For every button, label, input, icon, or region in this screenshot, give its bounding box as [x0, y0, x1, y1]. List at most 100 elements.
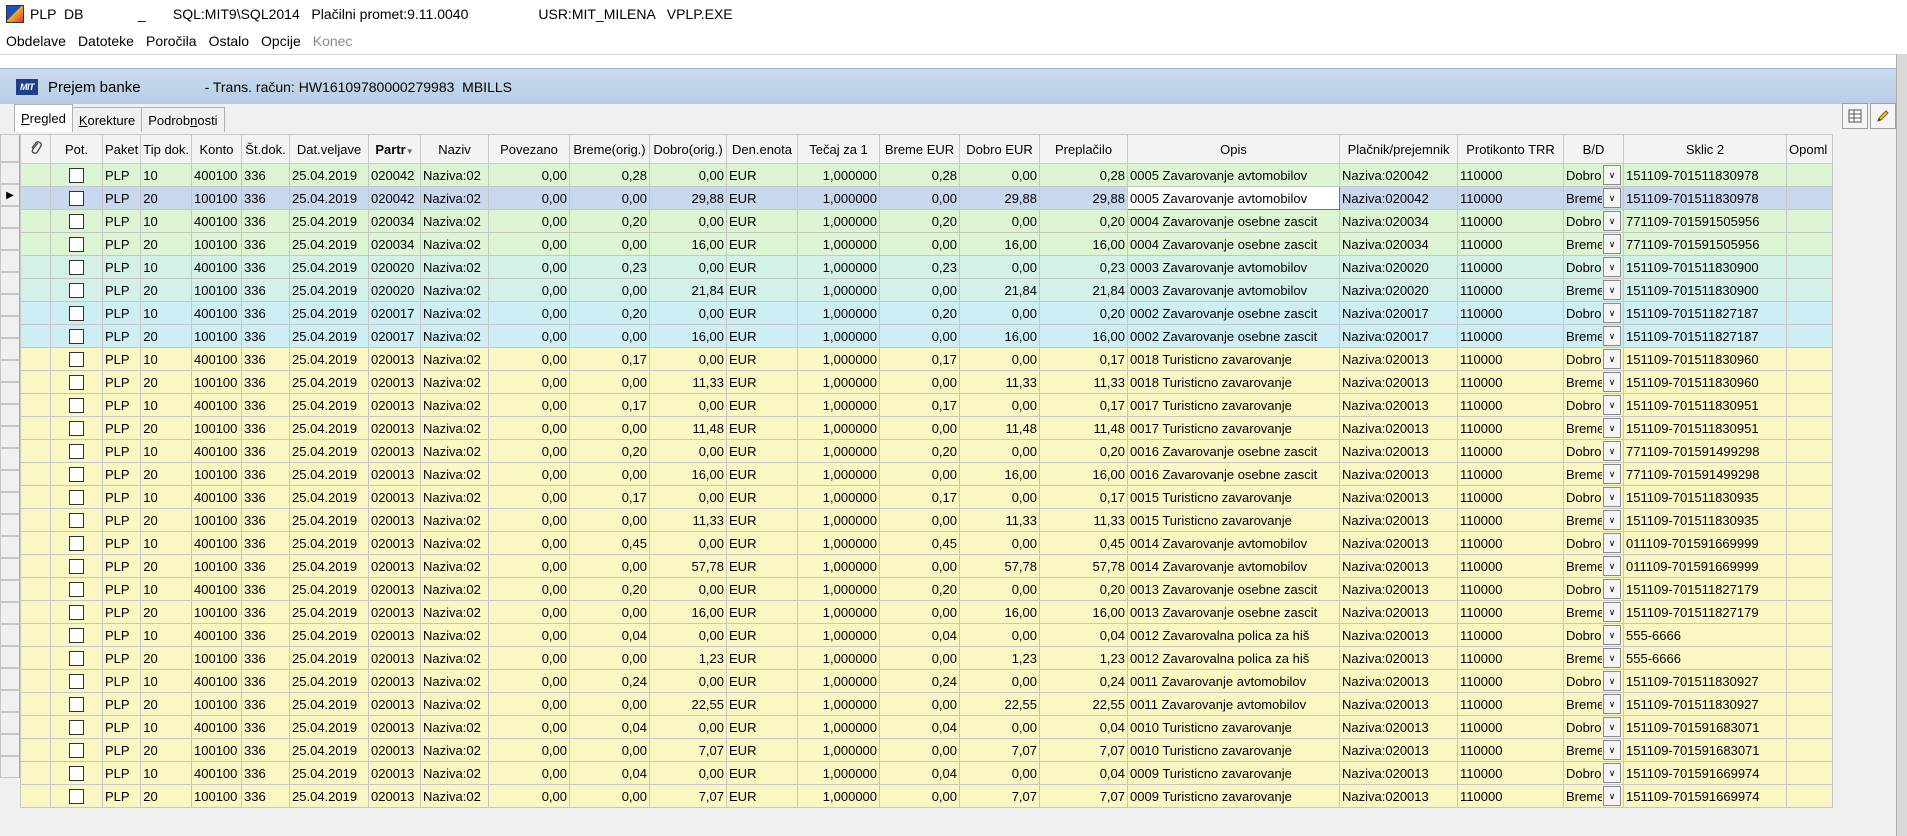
- bd-select[interactable]: Breme ∨: [1566, 280, 1622, 300]
- table-row[interactable]: PLP 20 100100 336 25.04.2019 020013 Naziva:02 0…: [20, 508, 1834, 532]
- den-cell[interactable]: EUR: [726, 485, 799, 509]
- protikonto-cell[interactable]: 110000: [1457, 600, 1565, 624]
- preplacilo-cell[interactable]: 0,17: [1039, 393, 1129, 417]
- stdok-cell[interactable]: 336: [241, 485, 291, 509]
- naziv-cell[interactable]: Naziva:02: [420, 301, 490, 325]
- bd-cell[interactable]: Breme ∨: [1563, 416, 1625, 440]
- bd-cell[interactable]: Dobro ∨: [1563, 439, 1625, 463]
- preplacilo-cell[interactable]: 16,00: [1039, 462, 1129, 486]
- tecaj-cell[interactable]: 1,000000: [797, 646, 881, 670]
- partner-cell[interactable]: 020013: [368, 508, 422, 532]
- pot-cell[interactable]: [50, 577, 103, 601]
- tip-cell[interactable]: 10: [140, 669, 193, 693]
- stdok-cell[interactable]: 336: [241, 531, 291, 555]
- row-selector[interactable]: [0, 228, 20, 250]
- column-header-opomba[interactable]: Opoml: [1786, 134, 1834, 164]
- partner-cell[interactable]: 020013: [368, 439, 422, 463]
- sklic-cell[interactable]: 151109-701511830900: [1623, 278, 1788, 302]
- dobro-orig-cell[interactable]: 16,00: [649, 324, 728, 348]
- chevron-down-icon[interactable]: ∨: [1603, 579, 1622, 599]
- row-selector[interactable]: [0, 448, 20, 470]
- sklic-cell[interactable]: 151109-701511830927: [1623, 669, 1788, 693]
- sklic-cell[interactable]: 151109-701511830935: [1623, 485, 1788, 509]
- placnik-cell[interactable]: Naziva:020042: [1339, 163, 1459, 187]
- tip-cell[interactable]: 10: [140, 623, 193, 647]
- preplacilo-cell[interactable]: 7,07: [1039, 738, 1129, 762]
- bd-select[interactable]: Dobro ∨: [1566, 395, 1622, 415]
- tip-cell[interactable]: 10: [140, 347, 193, 371]
- bd-cell[interactable]: Dobro ∨: [1563, 623, 1625, 647]
- placnik-cell[interactable]: Naziva:020013: [1339, 692, 1459, 716]
- den-cell[interactable]: EUR: [726, 784, 799, 808]
- pot-checkbox[interactable]: [69, 489, 84, 505]
- preplacilo-cell[interactable]: 0,04: [1039, 715, 1129, 739]
- povezano-cell[interactable]: 0,00: [488, 209, 571, 233]
- placnik-cell[interactable]: Naziva:020013: [1339, 347, 1459, 371]
- chevron-down-icon[interactable]: ∨: [1603, 533, 1622, 553]
- dat-cell[interactable]: 25.04.2019: [289, 508, 370, 532]
- breme-orig-cell[interactable]: 0,20: [569, 439, 651, 463]
- partner-cell[interactable]: 020013: [368, 715, 422, 739]
- pot-cell[interactable]: [50, 692, 103, 716]
- tecaj-cell[interactable]: 1,000000: [797, 347, 881, 371]
- paket-cell[interactable]: PLP: [101, 163, 142, 187]
- naziv-cell[interactable]: Naziva:02: [420, 784, 490, 808]
- partner-cell[interactable]: 020013: [368, 646, 422, 670]
- bd-cell[interactable]: Breme ∨: [1563, 370, 1625, 394]
- den-cell[interactable]: EUR: [726, 715, 799, 739]
- bd-cell[interactable]: Breme ∨: [1563, 692, 1625, 716]
- bd-cell[interactable]: Dobro ∨: [1563, 715, 1625, 739]
- tip-cell[interactable]: 10: [140, 209, 193, 233]
- konto-cell[interactable]: 100100: [191, 232, 243, 256]
- pot-checkbox[interactable]: [69, 374, 84, 390]
- chevron-down-icon[interactable]: ∨: [1603, 556, 1622, 576]
- pot-cell[interactable]: [50, 370, 103, 394]
- column-header-st-dok[interactable]: Št.dok.: [241, 134, 291, 164]
- naziv-cell[interactable]: Naziva:02: [420, 416, 490, 440]
- column-header-protikonto[interactable]: Protikonto TRR: [1457, 134, 1565, 164]
- pot-cell[interactable]: [50, 278, 103, 302]
- dat-cell[interactable]: 25.04.2019: [289, 669, 370, 693]
- tecaj-cell[interactable]: 1,000000: [797, 439, 881, 463]
- pot-checkbox[interactable]: [69, 512, 84, 528]
- breme-eur-cell[interactable]: 0,00: [879, 232, 961, 256]
- dobro-eur-cell[interactable]: 1,23: [959, 646, 1041, 670]
- naziv-cell[interactable]: Naziva:02: [420, 554, 490, 578]
- attachment-cell[interactable]: [20, 600, 51, 624]
- konto-cell[interactable]: 100100: [191, 646, 243, 670]
- paket-cell[interactable]: PLP: [101, 462, 142, 486]
- table-row[interactable]: PLP 10 400100 336 25.04.2019 020042 Naziva:02 0…: [20, 163, 1834, 187]
- tecaj-cell[interactable]: 1,000000: [797, 600, 881, 624]
- tip-cell[interactable]: 10: [140, 485, 193, 509]
- den-cell[interactable]: EUR: [726, 508, 799, 532]
- den-cell[interactable]: EUR: [726, 577, 799, 601]
- tip-cell[interactable]: 20: [140, 416, 193, 440]
- tip-cell[interactable]: 20: [140, 186, 193, 210]
- column-header-den-enota[interactable]: Den.enota: [726, 134, 799, 164]
- protikonto-cell[interactable]: 110000: [1457, 163, 1565, 187]
- column-header-dobro-orig[interactable]: Dobro(orig.): [649, 134, 728, 164]
- povezano-cell[interactable]: 0,00: [488, 738, 571, 762]
- preplacilo-cell[interactable]: 0,24: [1039, 669, 1129, 693]
- attachment-cell[interactable]: [20, 462, 51, 486]
- opis-cell[interactable]: 0012 Zavarovalna polica za hiš: [1127, 623, 1341, 647]
- den-cell[interactable]: EUR: [726, 692, 799, 716]
- breme-orig-cell[interactable]: 0,00: [569, 738, 651, 762]
- preplacilo-cell[interactable]: 0,04: [1039, 761, 1129, 785]
- preplacilo-cell[interactable]: 0,04: [1039, 623, 1129, 647]
- table-row[interactable]: PLP 20 100100 336 25.04.2019 020013 Naziva:02 0…: [20, 416, 1834, 440]
- opomba-cell[interactable]: [1786, 186, 1834, 210]
- row-selector[interactable]: [0, 624, 20, 646]
- konto-cell[interactable]: 400100: [191, 531, 243, 555]
- opis-cell[interactable]: 0002 Zavarovanje osebne zascit: [1127, 301, 1341, 325]
- protikonto-cell[interactable]: 110000: [1457, 577, 1565, 601]
- sklic-cell[interactable]: 151109-701511827187: [1623, 324, 1788, 348]
- paket-cell[interactable]: PLP: [101, 255, 142, 279]
- breme-orig-cell[interactable]: 0,17: [569, 485, 651, 509]
- breme-eur-cell[interactable]: 0,23: [879, 255, 961, 279]
- preplacilo-cell[interactable]: 16,00: [1039, 600, 1129, 624]
- konto-cell[interactable]: 100100: [191, 784, 243, 808]
- pot-cell[interactable]: [50, 508, 103, 532]
- konto-cell[interactable]: 400100: [191, 761, 243, 785]
- placnik-cell[interactable]: Naziva:020042: [1339, 186, 1459, 210]
